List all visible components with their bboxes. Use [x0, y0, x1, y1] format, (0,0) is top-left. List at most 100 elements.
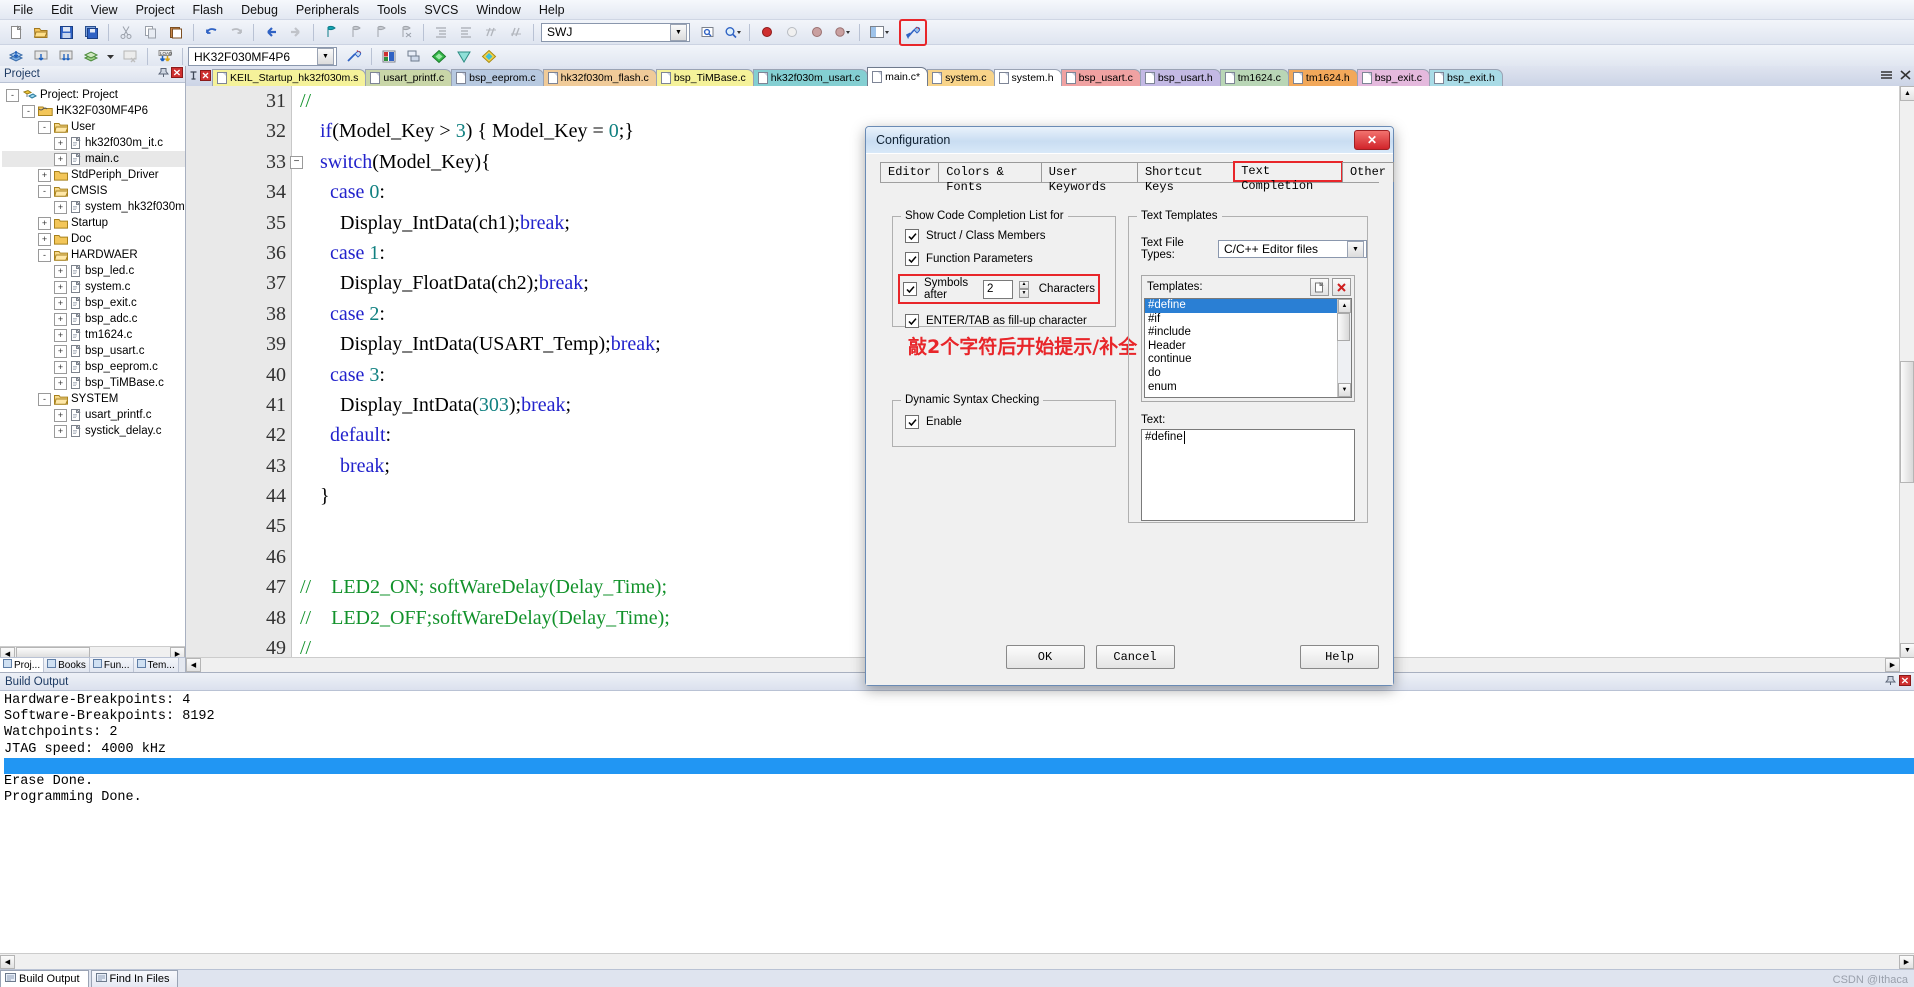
breakpoint-insert-icon[interactable]	[755, 21, 779, 44]
manage-project-items-icon[interactable]	[377, 45, 401, 68]
target-options-icon[interactable]	[342, 45, 366, 68]
tree-item-systick-delay-c[interactable]: + systick_delay.c	[2, 423, 185, 439]
tab-list-icon[interactable]	[1880, 69, 1893, 84]
tree-item-stdperiph-driver[interactable]: + StdPeriph_Driver	[2, 167, 185, 183]
breakpoint-kill-icon[interactable]	[780, 21, 804, 44]
batch-build-icon[interactable]	[79, 45, 103, 68]
window-layout-icon[interactable]	[865, 21, 893, 44]
pack-installer-icon[interactable]	[427, 45, 451, 68]
close-tab-icon[interactable]	[1899, 69, 1912, 84]
editor-tab-hk32f030m-usart-c[interactable]: hk32f030m_usart.c	[752, 69, 869, 86]
tree-item-bsp-led-c[interactable]: + bsp_led.c	[2, 263, 185, 279]
tree-item-user[interactable]: - User	[2, 119, 185, 135]
editor-tab-bsp-exit-c[interactable]: bsp_exit.c	[1356, 69, 1430, 86]
templates-scroll-thumb[interactable]	[1337, 313, 1350, 341]
editor-tab-bsp-exit-h[interactable]: bsp_exit.h	[1428, 69, 1503, 86]
scroll-right-icon[interactable]: ▶	[1885, 658, 1900, 672]
editor-tab-system-c[interactable]: system.c	[927, 69, 995, 86]
build-icon[interactable]	[29, 45, 53, 68]
dialog-tab-user-keywords[interactable]: User Keywords	[1040, 162, 1138, 194]
tree-item-startup[interactable]: + Startup	[2, 215, 185, 231]
tree-expander-collapse-icon[interactable]: -	[38, 120, 51, 134]
redo-icon[interactable]	[224, 21, 248, 44]
close-icon[interactable]	[1899, 674, 1911, 689]
save-icon[interactable]	[54, 21, 78, 44]
tree-expander-collapse-icon[interactable]: -	[38, 248, 51, 262]
code-line[interactable]: //	[292, 86, 1914, 116]
symbols-after-stepper[interactable]: ▲ ▼	[1019, 280, 1029, 298]
tree-expander-expand-icon[interactable]: +	[54, 136, 67, 150]
symbols-after-input[interactable]: 2	[983, 279, 1014, 299]
tree-item-system[interactable]: - SYSTEM	[2, 391, 185, 407]
tree-expander-expand-icon[interactable]: +	[54, 312, 67, 326]
uncomment-icon[interactable]	[504, 21, 528, 44]
checkbox-icon[interactable]	[905, 252, 919, 266]
text-file-types-select[interactable]: C/C++ Editor files ▼	[1218, 240, 1367, 258]
bookmark-prev-icon[interactable]	[344, 21, 368, 44]
new-file-icon[interactable]	[4, 21, 28, 44]
auto-hide-pin-icon[interactable]	[1884, 675, 1897, 689]
menu-item-file[interactable]: File	[4, 1, 42, 19]
checkbox-icon[interactable]	[905, 314, 919, 328]
symbols-after-row[interactable]: Symbols after 2 ▲ ▼ Characters	[898, 274, 1100, 304]
project-tab-books[interactable]: Books	[44, 658, 90, 672]
template-text-input[interactable]: #define	[1141, 429, 1355, 521]
chevron-down-icon[interactable]: ▼	[1347, 240, 1364, 258]
editor-tab-bsp-eeprom-c[interactable]: bsp_eeprom.c	[451, 69, 544, 86]
save-all-icon[interactable]	[79, 21, 103, 44]
tree-item-main-c[interactable]: + main.c	[2, 151, 185, 167]
bookmark-next-icon[interactable]	[369, 21, 393, 44]
dialog-tab-colors-fonts[interactable]: Colors & Fonts	[938, 162, 1042, 194]
scroll-left-icon[interactable]: ◀	[0, 954, 15, 969]
stepper-down-icon[interactable]: ▼	[1019, 289, 1029, 298]
dialog-tab-text-completion[interactable]: Text Completion	[1233, 161, 1343, 193]
tree-expander-expand-icon[interactable]: +	[54, 360, 67, 374]
zoom-dropdown-icon[interactable]	[720, 21, 744, 44]
function-parameters-checkbox[interactable]: Function Parameters	[905, 252, 1115, 266]
tree-expander-expand-icon[interactable]: +	[54, 328, 67, 342]
chevron-down-icon[interactable]: ▼	[670, 23, 687, 41]
scroll-left-icon[interactable]: ◀	[186, 658, 201, 672]
tree-item-bsp-usart-c[interactable]: + bsp_usart.c	[2, 343, 185, 359]
find-icon[interactable]	[695, 21, 719, 44]
bookmark-clear-icon[interactable]	[394, 21, 418, 44]
editor-tab-bsp-usart-h[interactable]: bsp_usart.h	[1139, 69, 1221, 86]
tree-item-tm1624-c[interactable]: + tm1624.c	[2, 327, 185, 343]
tree-expander-expand-icon[interactable]: +	[54, 424, 67, 438]
template-item[interactable]: #define	[1145, 299, 1337, 313]
editor-vscrollbar[interactable]: ▲ ▼	[1899, 86, 1914, 658]
dialog-tab-editor[interactable]: Editor	[880, 162, 940, 182]
tree-item-hk32f030mf4p6[interactable]: - HK32F030MF4P6	[2, 103, 185, 119]
tree-expander-expand-icon[interactable]: +	[54, 280, 67, 294]
project-tab-fun[interactable]: Fun...	[89, 658, 134, 672]
editor-tab-main-c-[interactable]: main.c*	[867, 67, 929, 86]
tree-expander-expand-icon[interactable]: +	[54, 200, 67, 214]
close-icon[interactable]	[200, 70, 211, 84]
copy-icon[interactable]	[139, 21, 163, 44]
dialog-close-button[interactable]: ✕	[1354, 130, 1390, 150]
tree-expander-expand-icon[interactable]: +	[38, 168, 51, 182]
scroll-up-icon[interactable]: ▲	[1338, 299, 1351, 313]
tree-item-bsp-eeprom-c[interactable]: + bsp_eeprom.c	[2, 359, 185, 375]
menu-item-flash[interactable]: Flash	[183, 1, 232, 19]
project-tab-proj[interactable]: Proj...	[0, 658, 45, 672]
breakpoint-disable-icon[interactable]	[805, 21, 829, 44]
checkbox-icon[interactable]	[905, 229, 919, 243]
close-icon[interactable]	[171, 67, 183, 81]
project-tree[interactable]: - Project: Project - HK32F030MF4P6- User + hk3…	[0, 83, 185, 646]
dialog-tab-other[interactable]: Other	[1341, 162, 1394, 182]
new-template-icon[interactable]	[1310, 278, 1329, 296]
target-select[interactable]: HK32F030MF4P6 ▼	[188, 47, 337, 66]
editor-tab-hk32f030m-flash-c[interactable]: hk32f030m_flash.c	[542, 69, 657, 86]
delete-template-icon[interactable]	[1332, 278, 1351, 296]
build-output-hscrollbar[interactable]: ◀ ▶	[0, 953, 1914, 969]
select-software-packs-icon[interactable]	[452, 45, 476, 68]
enter-tab-fillup-checkbox[interactable]: ENTER/TAB as fill-up character	[905, 314, 1115, 328]
download-icon[interactable]: LOAD	[153, 45, 177, 68]
tree-expander-expand-icon[interactable]: +	[54, 152, 67, 166]
breakpoint-disable-all-icon[interactable]	[830, 21, 854, 44]
tree-item-usart-printf-c[interactable]: + usart_printf.c	[2, 407, 185, 423]
menu-item-project[interactable]: Project	[127, 1, 184, 19]
scroll-down-icon[interactable]: ▼	[1900, 643, 1914, 658]
paste-icon[interactable]	[164, 21, 188, 44]
